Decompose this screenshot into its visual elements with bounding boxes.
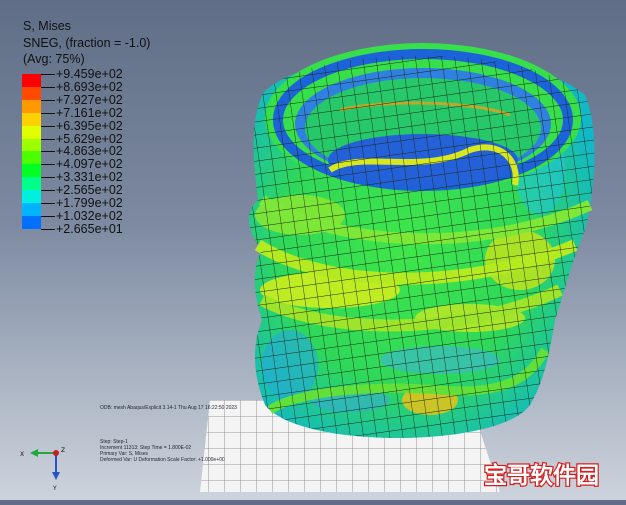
legend-value: +4.863e+02 — [56, 144, 123, 159]
legend-swatch — [22, 177, 41, 191]
legend-value: +3.331e+02 — [56, 170, 123, 185]
y-arrowhead — [52, 472, 60, 480]
legend-tick — [41, 125, 55, 127]
odb-info: ODB: mesh Abaqus/Explicit 3.14-1 Thu Aug… — [100, 405, 237, 411]
legend-swatch — [22, 164, 41, 178]
legend-value: +9.459e+02 — [56, 67, 123, 81]
triad-z-label: Z — [61, 447, 65, 454]
legend-value: +4.097e+02 — [56, 157, 123, 172]
legend-tick — [41, 74, 55, 75]
legend-tick — [41, 112, 55, 114]
legend-tick — [41, 138, 55, 140]
legend-tick — [41, 190, 55, 192]
z-axis-dot — [53, 450, 59, 456]
legend-tick — [41, 177, 55, 179]
legend-value: +7.161e+02 — [56, 105, 123, 120]
x-arrowhead — [30, 449, 38, 457]
legend-swatch — [22, 125, 41, 139]
legend-swatch — [22, 203, 41, 216]
legend-averaging: (Avg: 75%) — [23, 52, 85, 66]
legend-value: +2.665e+01 — [56, 221, 123, 236]
legend-value: +7.927e+02 — [56, 92, 123, 107]
view-triad[interactable]: X Y Z — [10, 440, 80, 498]
legend-value: +1.032e+02 — [56, 208, 123, 223]
legend-swatch — [22, 138, 41, 152]
legend-subtitle: SNEG, (fraction = -1.0) — [23, 36, 151, 50]
legend-tick — [41, 86, 55, 88]
site-watermark: 宝哥软件园 — [480, 452, 620, 492]
legend-value: +1.799e+02 — [56, 196, 123, 210]
contour-legend: S, Mises SNEG, (fraction = -1.0) (Avg: 7… — [9, 6, 187, 242]
legend-value: +2.565e+02 — [56, 183, 123, 198]
legend-swatch — [22, 74, 41, 87]
element-mesh — [249, 55, 595, 439]
legend-swatch — [22, 86, 41, 100]
legend-tick — [41, 99, 55, 101]
legend-swatch — [22, 112, 41, 126]
triad-y-label: Y — [52, 485, 57, 492]
legend-value: +6.395e+02 — [56, 118, 123, 133]
legend-swatch — [22, 99, 41, 113]
legend-swatch — [22, 190, 41, 204]
watermark-text: 宝哥软件园 — [484, 462, 599, 489]
viewport-info-text: ODB: mesh Abaqus/Explicit 3.14-1 Thu Aug… — [100, 405, 300, 465]
legend-tick — [41, 203, 55, 204]
legend-tick — [41, 228, 55, 230]
legend-tick — [41, 151, 55, 153]
legend-swatch — [22, 215, 41, 229]
legend-value: +8.693e+02 — [56, 79, 123, 94]
legend-tick — [41, 215, 55, 217]
legend-swatch — [22, 151, 41, 165]
legend-value: +5.629e+02 — [56, 131, 123, 146]
triad-x-label: X — [20, 451, 24, 458]
deformed-var-info: Deformed Var: U Deformation Scale Factor… — [100, 457, 225, 463]
legend-tick — [41, 164, 55, 166]
legend-title: S, Mises — [23, 19, 71, 33]
